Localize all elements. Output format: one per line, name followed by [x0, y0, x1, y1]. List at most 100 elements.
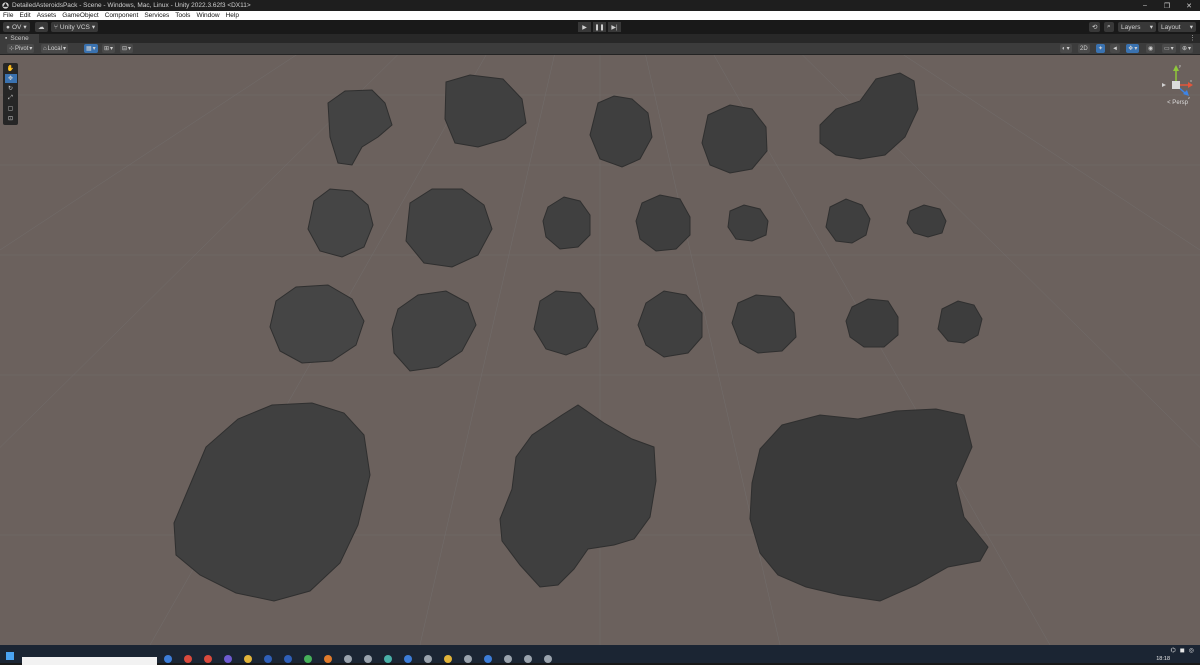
- scene-viewport[interactable]: ✋ ✥ ↻ ⤢ ▢ ⊡ y x z < Persp: [0, 55, 1200, 645]
- eye-icon: ◉: [1148, 46, 1154, 52]
- app-icon[interactable]: [384, 655, 392, 663]
- effects-toggle[interactable]: ❖ ▾: [1126, 44, 1140, 53]
- menu-edit[interactable]: Edit: [16, 12, 33, 19]
- asteroid-mesh[interactable]: [307, 188, 374, 258]
- tray-notification-icon[interactable]: ◎: [1189, 647, 1194, 654]
- menu-tools[interactable]: Tools: [172, 12, 193, 19]
- app-icon[interactable]: [524, 655, 532, 663]
- start-icon[interactable]: [6, 652, 14, 660]
- menu-window[interactable]: Window: [193, 12, 222, 19]
- asteroid-mesh[interactable]: [819, 72, 919, 160]
- app-icon[interactable]: [444, 655, 452, 663]
- tray-network-icon[interactable]: ⌬: [1171, 647, 1176, 654]
- taskbar-search-input[interactable]: [22, 657, 157, 665]
- transform-tool-button[interactable]: ⊡: [5, 114, 17, 123]
- main-toolbar: ● OV ▾ ☁ ⑂ Unity VCS ▾ ▶ ❚❚ ▶| ⟲ ⌕ Layer…: [0, 20, 1200, 34]
- app-icon[interactable]: [164, 655, 172, 663]
- asteroid-mesh[interactable]: [444, 74, 527, 148]
- projection-toggle[interactable]: < Persp: [1167, 100, 1188, 106]
- menu-bar: File Edit Assets GameObject Component Se…: [0, 11, 1200, 20]
- app-icon[interactable]: [184, 655, 192, 663]
- asteroid-mesh[interactable]: [499, 404, 657, 588]
- app-icon[interactable]: [224, 655, 232, 663]
- app-icon[interactable]: [204, 655, 212, 663]
- app-icon[interactable]: [244, 655, 252, 663]
- asteroid-mesh[interactable]: [701, 104, 768, 174]
- tab-menu-icon[interactable]: ⋮: [1189, 34, 1196, 42]
- draw-mode-dropdown[interactable]: ◐ ▾: [1060, 44, 1072, 53]
- view-tool-button[interactable]: ✋: [5, 64, 17, 73]
- app-icon[interactable]: [464, 655, 472, 663]
- audio-toggle[interactable]: ◄: [1110, 44, 1120, 53]
- gizmo-center-cube[interactable]: [1172, 81, 1180, 89]
- asteroid-mesh[interactable]: [405, 188, 493, 268]
- menu-gameobject[interactable]: GameObject: [59, 12, 102, 19]
- asteroid-mesh[interactable]: [906, 204, 947, 238]
- camera-settings-button[interactable]: ▭ ▾: [1162, 44, 1176, 53]
- layers-dropdown[interactable]: Layers ▾: [1118, 22, 1156, 32]
- tray-volume-icon[interactable]: ◼: [1180, 647, 1185, 654]
- increment-snap-toggle[interactable]: ⊟ ▾: [120, 44, 134, 53]
- app-icon[interactable]: [504, 655, 512, 663]
- asteroid-mesh[interactable]: [937, 300, 983, 344]
- pivot-toggle[interactable]: ⊹ Pivot ▾: [7, 44, 35, 53]
- app-icon[interactable]: [544, 655, 552, 663]
- tab-scene[interactable]: ▪ Scene: [0, 34, 39, 43]
- pivot-icon: ⊹: [9, 46, 15, 52]
- app-icon[interactable]: [304, 655, 312, 663]
- asteroid-mesh[interactable]: [533, 290, 599, 356]
- app-icon[interactable]: [424, 655, 432, 663]
- menu-services[interactable]: Services: [141, 12, 172, 19]
- asteroid-mesh[interactable]: [825, 198, 871, 244]
- layout-dropdown[interactable]: Layout ▾: [1158, 22, 1196, 32]
- asteroid-mesh[interactable]: [542, 196, 591, 250]
- asteroid-mesh[interactable]: [727, 204, 769, 242]
- scale-tool-button[interactable]: ⤢: [5, 94, 17, 103]
- asteroid-mesh[interactable]: [637, 290, 703, 358]
- play-button[interactable]: ▶: [578, 22, 591, 32]
- account-button[interactable]: ● OV ▾: [3, 22, 30, 32]
- move-tool-button[interactable]: ✥: [4, 74, 17, 83]
- asteroid-mesh[interactable]: [327, 89, 393, 166]
- local-toggle[interactable]: ⌂ Local ▾: [41, 44, 68, 53]
- app-icon[interactable]: [284, 655, 292, 663]
- menu-component[interactable]: Component: [102, 12, 142, 19]
- rect-tool-button[interactable]: ▢: [5, 104, 17, 113]
- taskbar-clock[interactable]: 18:18: [1156, 656, 1170, 662]
- history-button[interactable]: ⟲: [1089, 22, 1101, 32]
- asteroid-mesh[interactable]: [173, 402, 371, 602]
- step-button[interactable]: ▶|: [608, 22, 621, 32]
- asteroid-mesh[interactable]: [635, 194, 691, 252]
- app-icon[interactable]: [364, 655, 372, 663]
- rotate-tool-button[interactable]: ↻: [5, 84, 17, 93]
- app-icon[interactable]: [324, 655, 332, 663]
- close-button[interactable]: ✕: [1178, 0, 1200, 11]
- minimize-button[interactable]: –: [1134, 0, 1156, 11]
- app-icon[interactable]: [404, 655, 412, 663]
- app-icon[interactable]: [264, 655, 272, 663]
- rotate-icon: ↻: [7, 86, 14, 92]
- cloud-button[interactable]: ☁: [35, 22, 48, 32]
- app-icon[interactable]: [484, 655, 492, 663]
- grid-snap-toggle[interactable]: ▦ ▾: [84, 44, 98, 53]
- asteroid-mesh[interactable]: [845, 298, 899, 348]
- asteroid-mesh[interactable]: [731, 294, 797, 354]
- lighting-toggle[interactable]: ✦: [1096, 44, 1106, 53]
- search-button[interactable]: ⌕: [1104, 22, 1114, 32]
- menu-assets[interactable]: Assets: [34, 12, 60, 19]
- pause-button[interactable]: ❚❚: [593, 22, 606, 32]
- vcs-button[interactable]: ⑂ Unity VCS ▾: [51, 22, 99, 32]
- toggle-2d-button[interactable]: 2D: [1078, 44, 1090, 53]
- speaker-icon: ◄: [1112, 45, 1118, 52]
- gizmos-dropdown[interactable]: ⊕ ▾: [1180, 44, 1194, 53]
- asteroid-mesh[interactable]: [589, 95, 653, 168]
- asteroid-mesh[interactable]: [391, 290, 477, 372]
- hidden-objects-toggle[interactable]: ◉: [1146, 44, 1156, 53]
- menu-file[interactable]: File: [0, 12, 16, 19]
- asteroid-mesh[interactable]: [269, 284, 365, 364]
- asteroid-mesh[interactable]: [749, 408, 989, 602]
- menu-help[interactable]: Help: [223, 12, 242, 19]
- maximize-button[interactable]: ❐: [1156, 0, 1178, 11]
- grid-visibility-toggle[interactable]: ⊞ ▾: [102, 44, 116, 53]
- app-icon[interactable]: [344, 655, 352, 663]
